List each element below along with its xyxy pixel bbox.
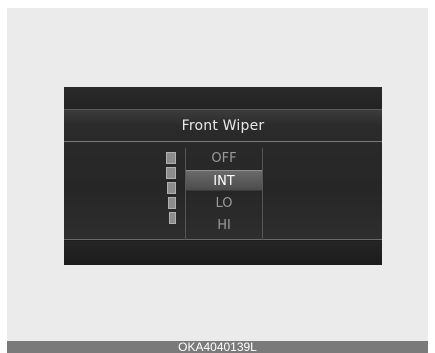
cluster-display: Front Wiper OFF INT LO HI bbox=[64, 87, 382, 265]
wiper-option-hi[interactable]: HI bbox=[186, 215, 262, 236]
wiper-option-lo[interactable]: LO bbox=[186, 193, 262, 214]
wiper-option-off[interactable]: OFF bbox=[186, 148, 262, 169]
speed-level-bar bbox=[166, 167, 176, 179]
wiper-option-int-selected[interactable]: INT bbox=[186, 170, 262, 191]
speed-level-bar bbox=[166, 152, 176, 164]
speed-level-bar bbox=[168, 197, 176, 209]
display-bottom-bar bbox=[64, 241, 382, 265]
wiper-speed-level-icon bbox=[164, 152, 178, 232]
speed-level-bar bbox=[169, 212, 176, 224]
menu-title: Front Wiper bbox=[181, 118, 265, 134]
display-top-bar bbox=[64, 87, 382, 109]
speed-level-bar bbox=[167, 182, 176, 194]
title-divider bbox=[64, 141, 382, 142]
figure-code: OKA4040139L bbox=[178, 340, 257, 353]
wiper-mode-list: OFF INT LO HI bbox=[185, 148, 263, 240]
figure-caption-bar: OKA4040139L bbox=[7, 340, 428, 353]
settings-panel: Front Wiper OFF INT LO HI bbox=[64, 109, 382, 240]
